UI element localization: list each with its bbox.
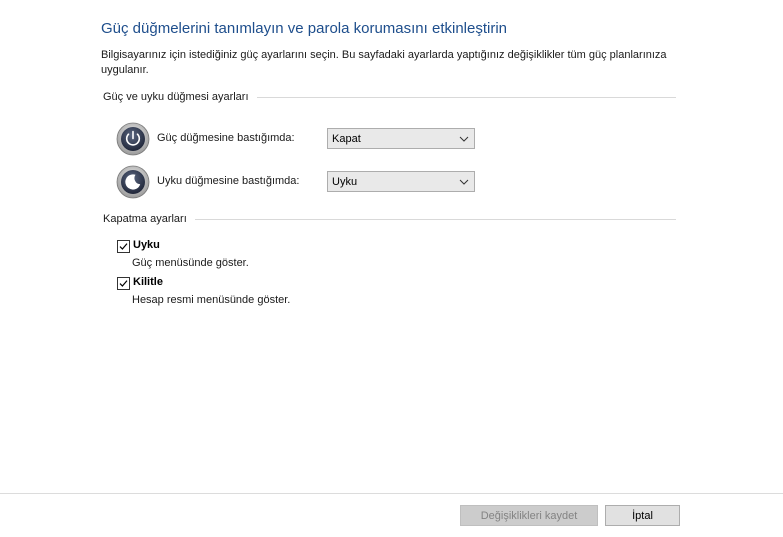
save-changes-button[interactable]: Değişiklikleri kaydet [460, 505, 598, 526]
sleep-button-setting-row: Uyku düğmesine bastığımda: Uyku [116, 165, 475, 199]
lock-checkbox[interactable] [117, 277, 130, 290]
chevron-down-icon [459, 136, 469, 142]
sleep-button-label: Uyku düğmesine bastığımda: [157, 175, 300, 187]
page-title: Güç düğmelerini tanımlayın ve parola kor… [101, 20, 508, 37]
cancel-button[interactable]: İptal [605, 505, 680, 526]
group-divider [256, 96, 676, 98]
power-button-setting-row: Güç düğmesine bastığımda: Kapat [116, 122, 475, 156]
shutdown-group-title: Kapatma ayarları [103, 213, 187, 225]
lock-checkbox-label[interactable]: Kilitle [133, 276, 163, 288]
sleep-checkbox-label[interactable]: Uyku [133, 239, 160, 251]
sleep-checkbox[interactable] [117, 240, 130, 253]
chevron-down-icon [459, 179, 469, 185]
power-icon [116, 122, 150, 156]
power-sleep-group-title: Güç ve uyku düğmesi ayarları [103, 91, 249, 103]
sleep-button-action-select[interactable]: Uyku [327, 171, 475, 192]
checkmark-icon [119, 243, 128, 250]
lock-option-description: Hesap resmi menüsünde göster. [132, 294, 291, 306]
page-description: Bilgisayarınız için istediğiniz güç ayar… [101, 49, 667, 76]
sleep-icon [116, 165, 150, 199]
group-divider [194, 218, 676, 220]
sleep-option-description: Güç menüsünde göster. [132, 257, 249, 269]
power-sleep-group-header: Güç ve uyku düğmesi ayarları [103, 91, 676, 103]
power-button-label: Güç düğmesine bastığımda: [157, 132, 295, 144]
footer-divider [0, 493, 783, 494]
power-button-action-select[interactable]: Kapat [327, 128, 475, 149]
checkmark-icon [119, 280, 128, 287]
sleep-button-action-value: Uyku [332, 176, 358, 188]
power-button-action-value: Kapat [332, 133, 361, 145]
shutdown-group-header: Kapatma ayarları [103, 213, 676, 225]
